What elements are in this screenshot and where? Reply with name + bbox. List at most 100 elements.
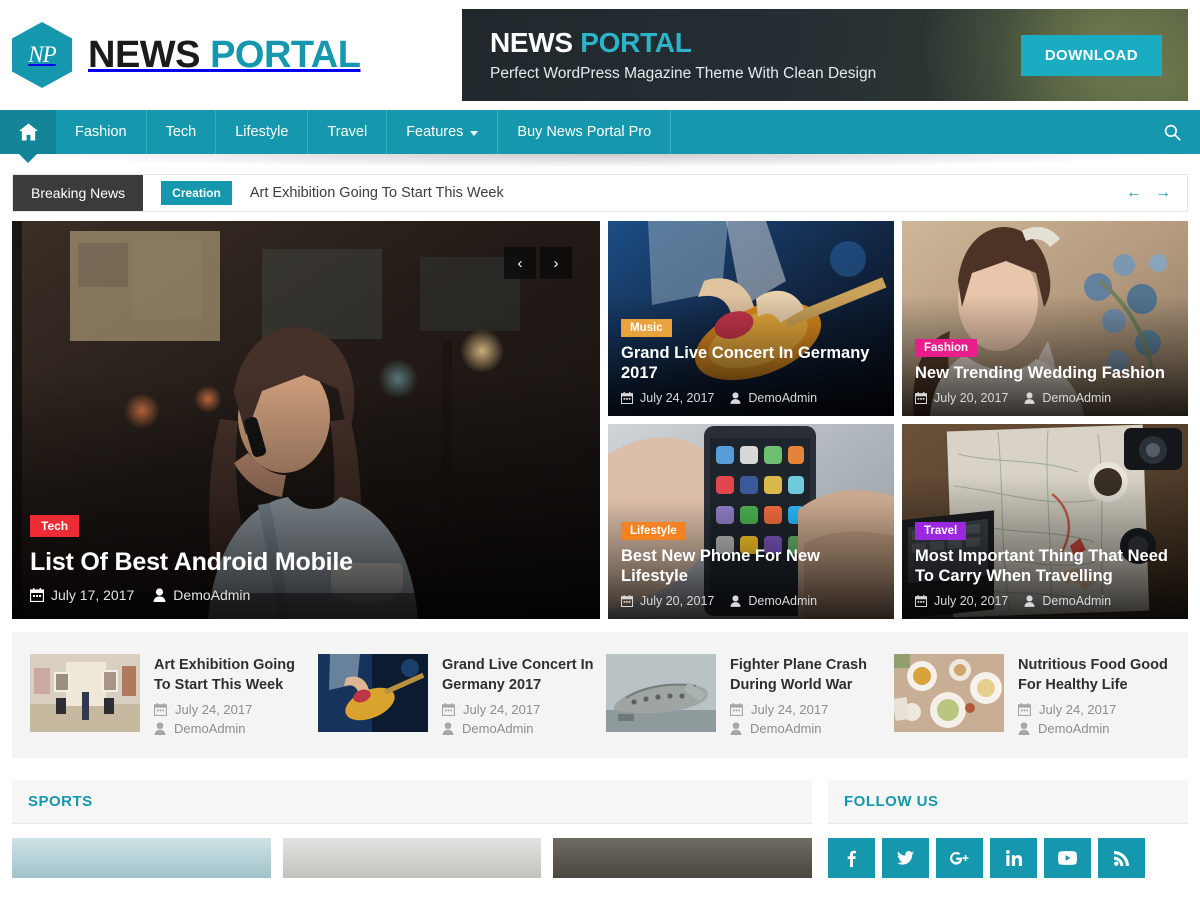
arrow-right-icon[interactable]: → xyxy=(1155,184,1171,202)
nav-label: Lifestyle xyxy=(235,124,289,140)
featured-music-title[interactable]: Grand Live Concert In Germany 2017 xyxy=(621,344,881,384)
user-icon xyxy=(730,722,742,735)
sports-title: SPORTS xyxy=(28,793,93,810)
breaking-category-badge[interactable]: Creation xyxy=(161,181,232,205)
home-icon xyxy=(18,123,38,141)
arrow-left-icon[interactable]: ← xyxy=(1126,184,1142,202)
category-badge-fashion[interactable]: Fashion xyxy=(915,339,978,358)
site-title-word1: NEWS xyxy=(88,33,201,76)
bottom-sections: SPORTS FOLLOW US xyxy=(0,780,1200,878)
google-plus-icon[interactable] xyxy=(936,838,983,878)
featured-lifestyle-meta: July 20, 2017 DemoAdmin xyxy=(621,594,881,608)
user-icon xyxy=(154,722,166,735)
user-icon xyxy=(1024,392,1035,404)
sports-section-header: SPORTS xyxy=(12,780,812,824)
featured-post-travel[interactable]: Travel Most Important Thing That Need To… xyxy=(902,424,1188,619)
featured-fashion-title[interactable]: New Trending Wedding Fashion xyxy=(915,364,1175,384)
twitter-icon[interactable] xyxy=(882,838,929,878)
post-body: Nutritious Food Good For Healthy Life Ju… xyxy=(1018,654,1170,736)
post-body: Grand Live Concert In Germany 2017 July … xyxy=(442,654,594,736)
calendar-icon xyxy=(1018,703,1031,716)
youtube-icon[interactable] xyxy=(1044,838,1091,878)
category-badge-travel[interactable]: Travel xyxy=(915,522,967,541)
post-thumbnail xyxy=(318,654,428,732)
post-author: DemoAdmin xyxy=(154,721,306,736)
category-badge-lifestyle[interactable]: Lifestyle xyxy=(621,522,686,541)
list-item[interactable]: Nutritious Food Good For Healthy Life Ju… xyxy=(894,654,1170,736)
user-icon xyxy=(1018,722,1030,735)
ad-text-block: NEWS PORTAL Perfect WordPress Magazine T… xyxy=(462,27,876,83)
featured-post-lifestyle[interactable]: Lifestyle Best New Phone For New Lifesty… xyxy=(608,424,894,619)
post-title[interactable]: Grand Live Concert In Germany 2017 xyxy=(442,655,594,695)
featured-row-bottom: Lifestyle Best New Phone For New Lifesty… xyxy=(608,424,1188,619)
social-links xyxy=(828,824,1188,878)
featured-travel-title[interactable]: Most Important Thing That Need To Carry … xyxy=(915,547,1175,587)
category-badge-music[interactable]: Music xyxy=(621,319,672,338)
nav-item-features[interactable]: Features xyxy=(387,110,499,154)
linkedin-icon[interactable] xyxy=(990,838,1037,878)
post-thumbnail xyxy=(894,654,1004,732)
featured-main-post[interactable]: ‹ › Tech List Of Best Android Mobile Jul… xyxy=(12,221,600,619)
post-author-text: DemoAdmin xyxy=(750,721,822,736)
sports-card[interactable] xyxy=(553,838,813,878)
post-date: July 20, 2017 xyxy=(621,594,714,608)
slider-controls: ‹ › xyxy=(504,247,572,279)
sports-card-image xyxy=(12,838,271,878)
breaking-nav-controls: ← → xyxy=(1126,175,1187,211)
post-date-text: July 24, 2017 xyxy=(640,391,715,405)
post-date: July 20, 2017 xyxy=(915,594,1008,608)
post-date: July 24, 2017 xyxy=(621,391,714,405)
nav-item-lifestyle[interactable]: Lifestyle xyxy=(216,110,309,154)
featured-post-fashion[interactable]: Fashion New Trending Wedding Fashion Jul… xyxy=(902,221,1188,416)
list-item[interactable]: Grand Live Concert In Germany 2017 July … xyxy=(318,654,594,736)
post-date-text: July 20, 2017 xyxy=(934,391,1009,405)
post-date-text: July 20, 2017 xyxy=(934,594,1009,608)
download-button[interactable]: DOWNLOAD xyxy=(1020,34,1162,76)
sports-card[interactable] xyxy=(282,838,542,878)
featured-post-music[interactable]: Music Grand Live Concert In Germany 2017… xyxy=(608,221,894,416)
post-title[interactable]: Nutritious Food Good For Healthy Life xyxy=(1018,655,1170,695)
featured-main-meta: July 17, 2017 DemoAdmin xyxy=(30,587,582,603)
slider-prev-button[interactable]: ‹ xyxy=(504,247,536,279)
featured-secondary-column: Music Grand Live Concert In Germany 2017… xyxy=(608,221,1188,619)
header-ad-banner[interactable]: NEWS PORTAL Perfect WordPress Magazine T… xyxy=(462,9,1188,101)
post-title[interactable]: Art Exhibition Going To Start This Week xyxy=(154,655,306,695)
nav-item-home[interactable] xyxy=(0,110,56,154)
breaking-headline[interactable]: Art Exhibition Going To Start This Week xyxy=(232,175,504,211)
category-badge-tech[interactable]: Tech xyxy=(30,515,80,537)
facebook-icon[interactable] xyxy=(828,838,875,878)
post-date: July 24, 2017 xyxy=(154,702,306,717)
nav-item-travel[interactable]: Travel xyxy=(308,110,388,154)
recent-posts-strip-section: Art Exhibition Going To Start This Week … xyxy=(0,632,1200,758)
follow-us-section-header: FOLLOW US xyxy=(828,780,1188,824)
site-header: NP NEWS PORTAL NEWS PORTAL Perfect WordP… xyxy=(0,0,1200,110)
user-icon xyxy=(153,588,166,602)
search-button[interactable] xyxy=(1144,110,1200,154)
sports-card[interactable] xyxy=(12,838,271,878)
site-title: NEWS PORTAL xyxy=(88,33,361,77)
site-logo[interactable]: NP NEWS PORTAL xyxy=(12,22,452,88)
calendar-icon xyxy=(915,595,927,607)
post-author-text: DemoAdmin xyxy=(174,721,246,736)
logo-monogram: NP xyxy=(28,42,56,67)
breaking-news-bar: Breaking News Creation Art Exhibition Go… xyxy=(12,174,1188,212)
nav-item-tech[interactable]: Tech xyxy=(147,110,217,154)
calendar-icon xyxy=(621,595,633,607)
rss-icon[interactable] xyxy=(1098,838,1145,878)
featured-lifestyle-title[interactable]: Best New Phone For New Lifestyle xyxy=(621,547,881,587)
recent-posts-strip: Art Exhibition Going To Start This Week … xyxy=(12,632,1188,758)
list-item[interactable]: Fighter Plane Crash During World War Jul… xyxy=(606,654,882,736)
post-date-text: July 24, 2017 xyxy=(751,702,829,717)
post-author-text: DemoAdmin xyxy=(1038,721,1110,736)
post-date-text: July 24, 2017 xyxy=(463,702,541,717)
slider-next-button[interactable]: › xyxy=(540,247,572,279)
nav-label: Travel xyxy=(327,124,368,140)
post-title[interactable]: Fighter Plane Crash During World War xyxy=(730,655,882,695)
featured-travel-meta: July 20, 2017 DemoAdmin xyxy=(915,594,1175,608)
list-item[interactable]: Art Exhibition Going To Start This Week … xyxy=(30,654,306,736)
sports-card-image xyxy=(553,838,813,878)
featured-main-title[interactable]: List Of Best Android Mobile xyxy=(30,548,582,577)
post-body: Art Exhibition Going To Start This Week … xyxy=(154,654,306,736)
nav-item-buy-news-portal-pro[interactable]: Buy News Portal Pro xyxy=(498,110,672,154)
nav-item-fashion[interactable]: Fashion xyxy=(56,110,147,154)
